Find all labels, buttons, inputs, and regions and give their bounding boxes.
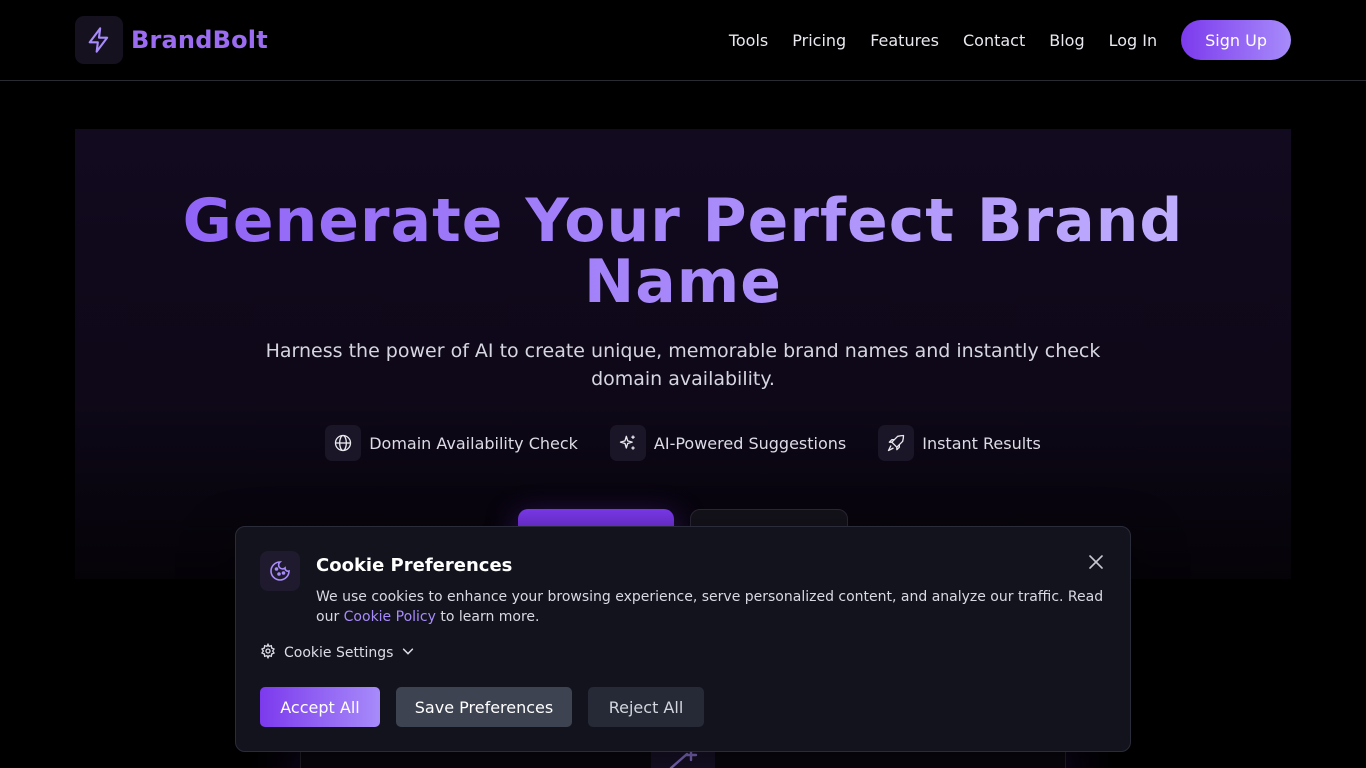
nav-blog[interactable]: Blog (1049, 31, 1084, 50)
globe-icon (325, 425, 362, 461)
nav-pricing[interactable]: Pricing (792, 31, 846, 50)
cookie-settings-toggle[interactable]: Cookie Settings (260, 642, 415, 664)
sparkles-icon (609, 425, 646, 461)
feature-list: Domain Availability Check AI-Powered Sug… (75, 425, 1291, 461)
page: BrandBolt Tools Pricing Features Contact… (0, 0, 1366, 768)
cookie-description: We use cookies to enhance your browsing … (316, 587, 1106, 627)
save-preferences-button[interactable]: Save Preferences (396, 687, 572, 727)
lightning-bolt-icon (75, 16, 123, 64)
hero-section: Generate Your Perfect Brand Name Harness… (75, 129, 1291, 579)
nav-contact[interactable]: Contact (963, 31, 1025, 50)
feature-label: Domain Availability Check (369, 433, 578, 453)
gear-icon (260, 642, 276, 664)
feature-instant-results: Instant Results (878, 425, 1041, 461)
hero-title: Generate Your Perfect Brand Name (75, 191, 1291, 313)
sign-up-button[interactable]: Sign Up (1181, 20, 1291, 60)
cookie-icon (260, 551, 300, 591)
main-nav: Tools Pricing Features Contact Blog Log … (729, 20, 1291, 60)
chevron-down-icon (401, 644, 415, 663)
close-icon[interactable] (1086, 552, 1106, 572)
brand-name: BrandBolt (131, 26, 268, 54)
cookie-title: Cookie Preferences (316, 555, 513, 576)
hero-subtitle: Harness the power of AI to create unique… (265, 340, 1101, 390)
site-header: BrandBolt Tools Pricing Features Contact… (0, 0, 1366, 81)
accept-all-button[interactable]: Accept All (260, 687, 380, 727)
nav-features[interactable]: Features (870, 31, 939, 50)
brand-logo[interactable]: BrandBolt (75, 16, 268, 64)
nav-login[interactable]: Log In (1109, 31, 1158, 50)
feature-label: AI-Powered Suggestions (653, 433, 847, 453)
rocket-icon (878, 425, 915, 461)
feature-label: Instant Results (922, 433, 1041, 453)
feature-ai-suggestions: AI-Powered Suggestions (609, 425, 847, 461)
feature-domain-check: Domain Availability Check (325, 425, 578, 461)
cookie-policy-link[interactable]: Cookie Policy (344, 609, 436, 625)
reject-all-button[interactable]: Reject All (588, 687, 704, 727)
cookie-text-after: to learn more. (435, 609, 540, 625)
hero-title-line1: Generate Your Perfect Brand (182, 186, 1184, 256)
hero-title-line2: Name (584, 247, 782, 317)
cookie-preferences-dialog: Cookie Preferences We use cookies to enh… (235, 526, 1131, 752)
cookie-settings-label: Cookie Settings (284, 645, 394, 661)
nav-tools[interactable]: Tools (729, 31, 768, 50)
